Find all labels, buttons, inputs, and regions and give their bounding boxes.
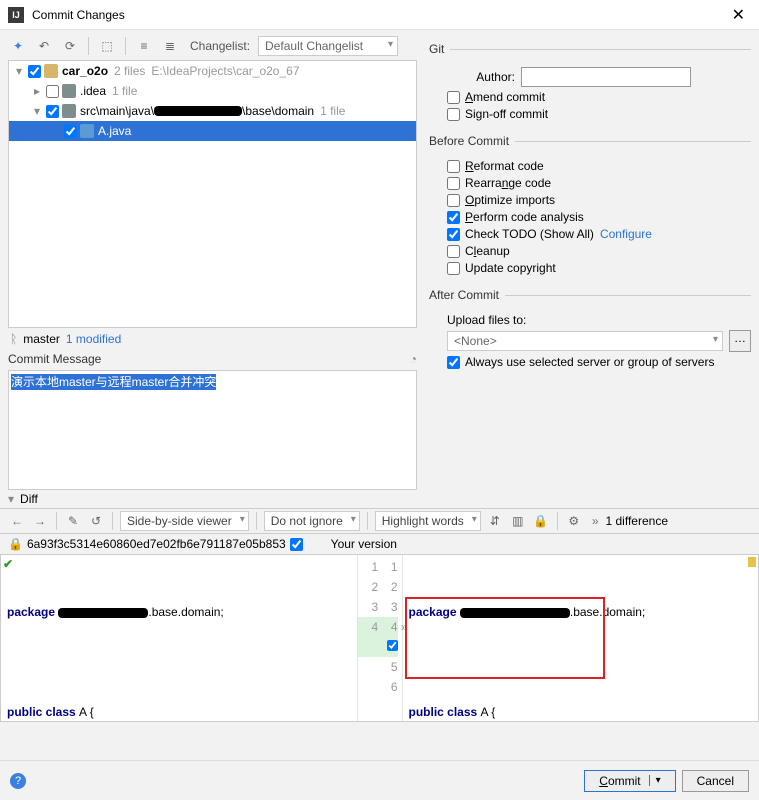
check-icon: ✔ — [3, 557, 13, 571]
undo-icon[interactable]: ↶ — [34, 36, 54, 56]
always-server-checkbox[interactable]: Always use selected server or group of s… — [447, 355, 714, 369]
commit-hash: 6a93f3c5314e60860ed7e02fb6e791187e05b853 — [27, 537, 286, 551]
window-title: Commit Changes — [32, 8, 726, 22]
changelist-label: Changelist: — [190, 39, 250, 53]
warning-marker — [748, 557, 756, 567]
cancel-button[interactable]: Cancel — [682, 770, 749, 792]
commit-button[interactable]: Commit▾ — [584, 770, 675, 792]
include-file-checkbox[interactable] — [290, 538, 303, 551]
diff-label: Diff — [20, 492, 38, 506]
idea-checkbox[interactable] — [46, 85, 59, 98]
upload-combo[interactable]: <None> — [447, 331, 723, 351]
upload-browse-button[interactable]: … — [729, 330, 751, 352]
sync-scroll-icon[interactable]: ⇵ — [486, 512, 504, 530]
signoff-checkbox[interactable]: Sign-off commit — [447, 107, 548, 121]
edit-icon[interactable]: ✎ — [64, 512, 82, 530]
expand-icon[interactable]: ≡ — [134, 36, 154, 56]
branch-name: master — [23, 332, 60, 346]
layout-icon[interactable]: ▥ — [509, 512, 527, 530]
diff-collapse-icon[interactable]: ▾ — [8, 492, 14, 506]
before-legend: Before Commit — [429, 134, 515, 148]
collapse-icon[interactable]: ≣ — [160, 36, 180, 56]
help-icon[interactable]: ? — [10, 773, 26, 789]
commit-dropdown-icon[interactable]: ▾ — [649, 775, 661, 786]
java-file-icon — [80, 124, 94, 138]
chevron-right-icon[interactable]: ▸ — [31, 84, 43, 98]
diff-gutter: 1 1 2 2 3 3 4 4» 5 6 — [357, 555, 403, 721]
todo-checkbox[interactable]: Check TODO (Show All) — [447, 227, 594, 241]
diff-left-pane[interactable]: ✔ package .base.domain; public class A {… — [1, 555, 357, 721]
cleanup-checkbox[interactable]: Cleanup — [447, 244, 510, 258]
configure-link[interactable]: Configure — [600, 227, 652, 241]
lock-icon[interactable]: 🔒 — [532, 512, 550, 530]
refresh-icon[interactable]: ✦ — [8, 36, 28, 56]
chevron-down-icon[interactable]: ▾ — [13, 64, 25, 78]
author-label: Author: — [447, 70, 515, 84]
tree-leaf[interactable]: A.java — [98, 124, 131, 138]
line-checkbox[interactable] — [387, 640, 398, 651]
next-diff-icon[interactable]: → — [31, 512, 49, 530]
diff-right-pane[interactable]: package .base.domain; public class A { p… — [403, 555, 759, 721]
author-input[interactable] — [521, 67, 691, 87]
lock-icon: 🔒 — [8, 537, 23, 551]
file-checkbox[interactable] — [64, 125, 77, 138]
amend-checkbox[interactable]: Amend commit — [447, 90, 545, 104]
branch-icon: ᚱ — [10, 332, 17, 346]
reload-icon[interactable]: ⟳ — [60, 36, 80, 56]
prev-diff-icon[interactable]: ← — [8, 512, 26, 530]
copyright-checkbox[interactable]: Update copyright — [447, 261, 556, 275]
diff-count: 1 difference — [606, 514, 669, 528]
analysis-checkbox[interactable]: Perform code analysis — [447, 210, 584, 224]
ignore-combo[interactable]: Do not ignore — [264, 511, 360, 531]
reformat-checkbox[interactable]: Reformat code — [447, 159, 544, 173]
optimize-checkbox[interactable]: Optimize imports — [447, 193, 555, 207]
group-icon[interactable]: ⬚ — [97, 36, 117, 56]
tree-root-name: car_o2o — [62, 64, 108, 78]
git-legend: Git — [429, 42, 450, 56]
folder-icon — [62, 104, 76, 118]
chevron-down-icon[interactable]: ▾ — [31, 104, 43, 118]
upload-label: Upload files to: — [447, 313, 526, 327]
module-icon — [44, 64, 58, 78]
src-checkbox[interactable] — [46, 105, 59, 118]
commit-message-input[interactable]: 演示本地master与远程master合并冲突 — [8, 370, 417, 490]
folder-icon — [62, 84, 76, 98]
commit-message-label: Commit Message — [8, 352, 101, 366]
your-version-label: Your version — [325, 537, 751, 551]
rearrange-checkbox[interactable]: Rearrange code — [447, 176, 551, 190]
highlight-combo[interactable]: Highlight words — [375, 511, 481, 531]
rollback-icon[interactable]: ↺ — [87, 512, 105, 530]
app-icon: IJ — [8, 7, 24, 23]
history-icon[interactable]: ◔ — [410, 352, 417, 366]
redacted-text — [154, 106, 242, 116]
modified-link[interactable]: 1 modified — [66, 332, 121, 346]
file-tree[interactable]: ▾ car_o2o 2 files E:\IdeaProjects\car_o2… — [8, 60, 417, 328]
viewer-combo[interactable]: Side-by-side viewer — [120, 511, 249, 531]
close-icon[interactable]: ✕ — [726, 3, 751, 27]
changelist-combo[interactable]: Default Changelist — [258, 36, 398, 56]
after-legend: After Commit — [429, 288, 505, 302]
gear-icon[interactable]: ⚙ — [565, 512, 583, 530]
root-checkbox[interactable] — [28, 65, 41, 78]
